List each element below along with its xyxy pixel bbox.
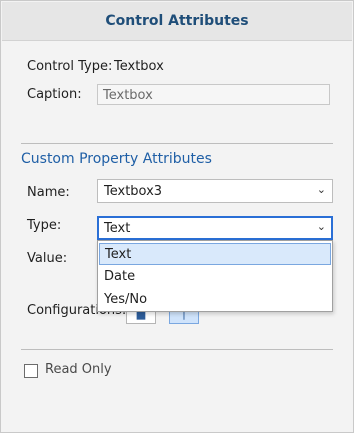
control-attributes-panel: Control Attributes Control Type: Textbox… [0, 0, 354, 433]
panel-title: Control Attributes [2, 2, 352, 41]
control-type-value: Textbox [114, 59, 164, 74]
type-label: Type: [27, 218, 62, 233]
chevron-down-icon[interactable]: ⌄ [317, 220, 326, 233]
control-type-label: Control Type: [27, 59, 113, 74]
name-value: Textbox3 [104, 183, 163, 199]
value-label: Value: [27, 251, 68, 266]
read-only-label: Read Only [45, 362, 112, 377]
divider [21, 143, 333, 144]
type-dropdown-list: Text Date Yes/No [97, 240, 333, 312]
caption-field[interactable]: Textbox [97, 84, 330, 105]
type-combobox[interactable]: Text ⌄ [97, 216, 333, 240]
section-title: Custom Property Attributes [21, 151, 212, 167]
type-value: Text [104, 220, 131, 236]
name-combobox[interactable]: Textbox3 ⌄ [97, 179, 333, 203]
dropdown-option-yes-no[interactable]: Yes/No [99, 289, 331, 311]
divider [21, 349, 333, 350]
caption-label: Caption: [27, 87, 82, 102]
dropdown-option-date[interactable]: Date [99, 266, 331, 288]
read-only-checkbox[interactable] [24, 364, 38, 378]
dropdown-option-text[interactable]: Text [99, 243, 331, 265]
name-label: Name: [27, 185, 70, 200]
chevron-down-icon[interactable]: ⌄ [317, 183, 326, 196]
